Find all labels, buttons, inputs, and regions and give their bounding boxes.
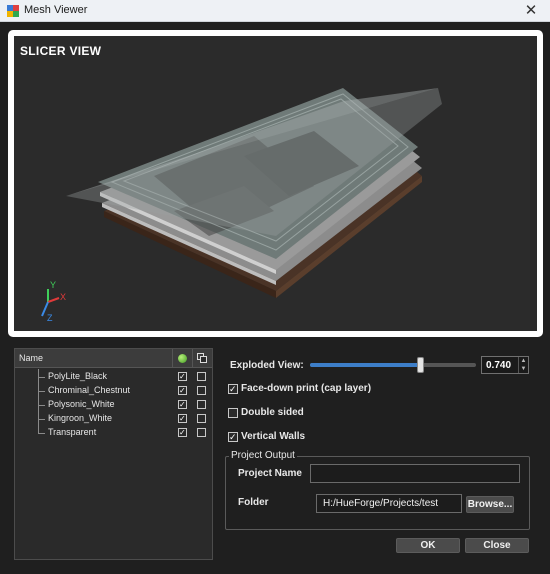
- layer-copy-checkbox[interactable]: [197, 400, 206, 409]
- face-down-label[interactable]: Face-down print (cap layer): [241, 383, 371, 394]
- close-button[interactable]: Close: [465, 538, 529, 553]
- layer-copy-checkbox[interactable]: [197, 414, 206, 423]
- exploded-view-label: Exploded View:: [230, 360, 304, 371]
- slicer-viewport[interactable]: Y X Z SLICER VIEW: [14, 36, 537, 331]
- folder-value: H:/HueForge/Projects/test: [323, 498, 439, 509]
- layer-copy-checkbox[interactable]: [197, 428, 206, 437]
- layer-row[interactable]: Polysonic_White: [15, 398, 212, 412]
- layer-name: Kingroon_White: [48, 413, 113, 423]
- folder-label: Folder: [238, 497, 269, 508]
- exploded-view-spinbox[interactable]: 0.740 ▲ ▼: [481, 356, 529, 374]
- double-sided-checkbox[interactable]: [228, 408, 238, 418]
- axis-label-z: Z: [47, 313, 53, 323]
- tree-header: Name: [15, 349, 212, 368]
- layer-name: Polysonic_White: [48, 399, 115, 409]
- viewport-frame: Y X Z SLICER VIEW: [8, 30, 543, 337]
- layer-visible-checkbox[interactable]: [178, 414, 187, 423]
- layer-tree: Name PolyLite_Black Chrominal_Chestnut P…: [14, 348, 213, 560]
- vertical-walls-checkbox[interactable]: [228, 432, 238, 442]
- layer-copy-checkbox[interactable]: [197, 386, 206, 395]
- layer-row[interactable]: Transparent: [15, 426, 212, 440]
- axis-label-x: X: [60, 292, 66, 302]
- exploded-view-slider[interactable]: [310, 357, 476, 373]
- axis-label-y: Y: [50, 280, 56, 290]
- axes-gizmo: Y X Z: [41, 280, 66, 323]
- spin-down-icon[interactable]: ▼: [519, 365, 528, 373]
- layer-name: Chrominal_Chestnut: [48, 385, 131, 395]
- viewport-label: SLICER VIEW: [20, 44, 102, 58]
- folder-input[interactable]: H:/HueForge/Projects/test: [316, 494, 462, 513]
- exploded-view-value[interactable]: 0.740: [486, 360, 511, 371]
- copy-icon[interactable]: [197, 353, 207, 363]
- layer-copy-checkbox[interactable]: [197, 372, 206, 381]
- layer-row[interactable]: Chrominal_Chestnut: [15, 384, 212, 398]
- project-output-title: Project Output: [229, 450, 297, 461]
- layer-visible-checkbox[interactable]: [178, 372, 187, 381]
- app-icon: [7, 5, 19, 17]
- browse-button[interactable]: Browse...: [466, 496, 514, 513]
- face-down-checkbox[interactable]: [228, 384, 238, 394]
- spin-up-icon[interactable]: ▲: [519, 357, 528, 365]
- double-sided-label[interactable]: Double sided: [241, 407, 304, 418]
- project-name-input[interactable]: [310, 464, 520, 483]
- window-close-button[interactable]: ✕: [520, 1, 542, 21]
- layer-visible-checkbox[interactable]: [178, 400, 187, 409]
- layer-row[interactable]: Kingroon_White: [15, 412, 212, 426]
- ok-button[interactable]: OK: [396, 538, 460, 553]
- mesh-render: Y X Z: [41, 88, 442, 323]
- layer-visible-checkbox[interactable]: [178, 386, 187, 395]
- project-name-label: Project Name: [238, 468, 302, 479]
- slider-handle[interactable]: [417, 357, 424, 373]
- slider-fill: [310, 363, 420, 367]
- column-name-header[interactable]: Name: [19, 353, 43, 363]
- layer-row[interactable]: PolyLite_Black: [15, 370, 212, 384]
- layer-name: Transparent: [48, 427, 97, 437]
- window-title: Mesh Viewer: [24, 4, 88, 16]
- title-bar: Mesh Viewer ✕: [0, 0, 550, 22]
- vertical-walls-label[interactable]: Vertical Walls: [241, 431, 305, 442]
- visibility-dot-icon[interactable]: [178, 354, 187, 363]
- layer-visible-checkbox[interactable]: [178, 428, 187, 437]
- layer-name: PolyLite_Black: [48, 371, 108, 381]
